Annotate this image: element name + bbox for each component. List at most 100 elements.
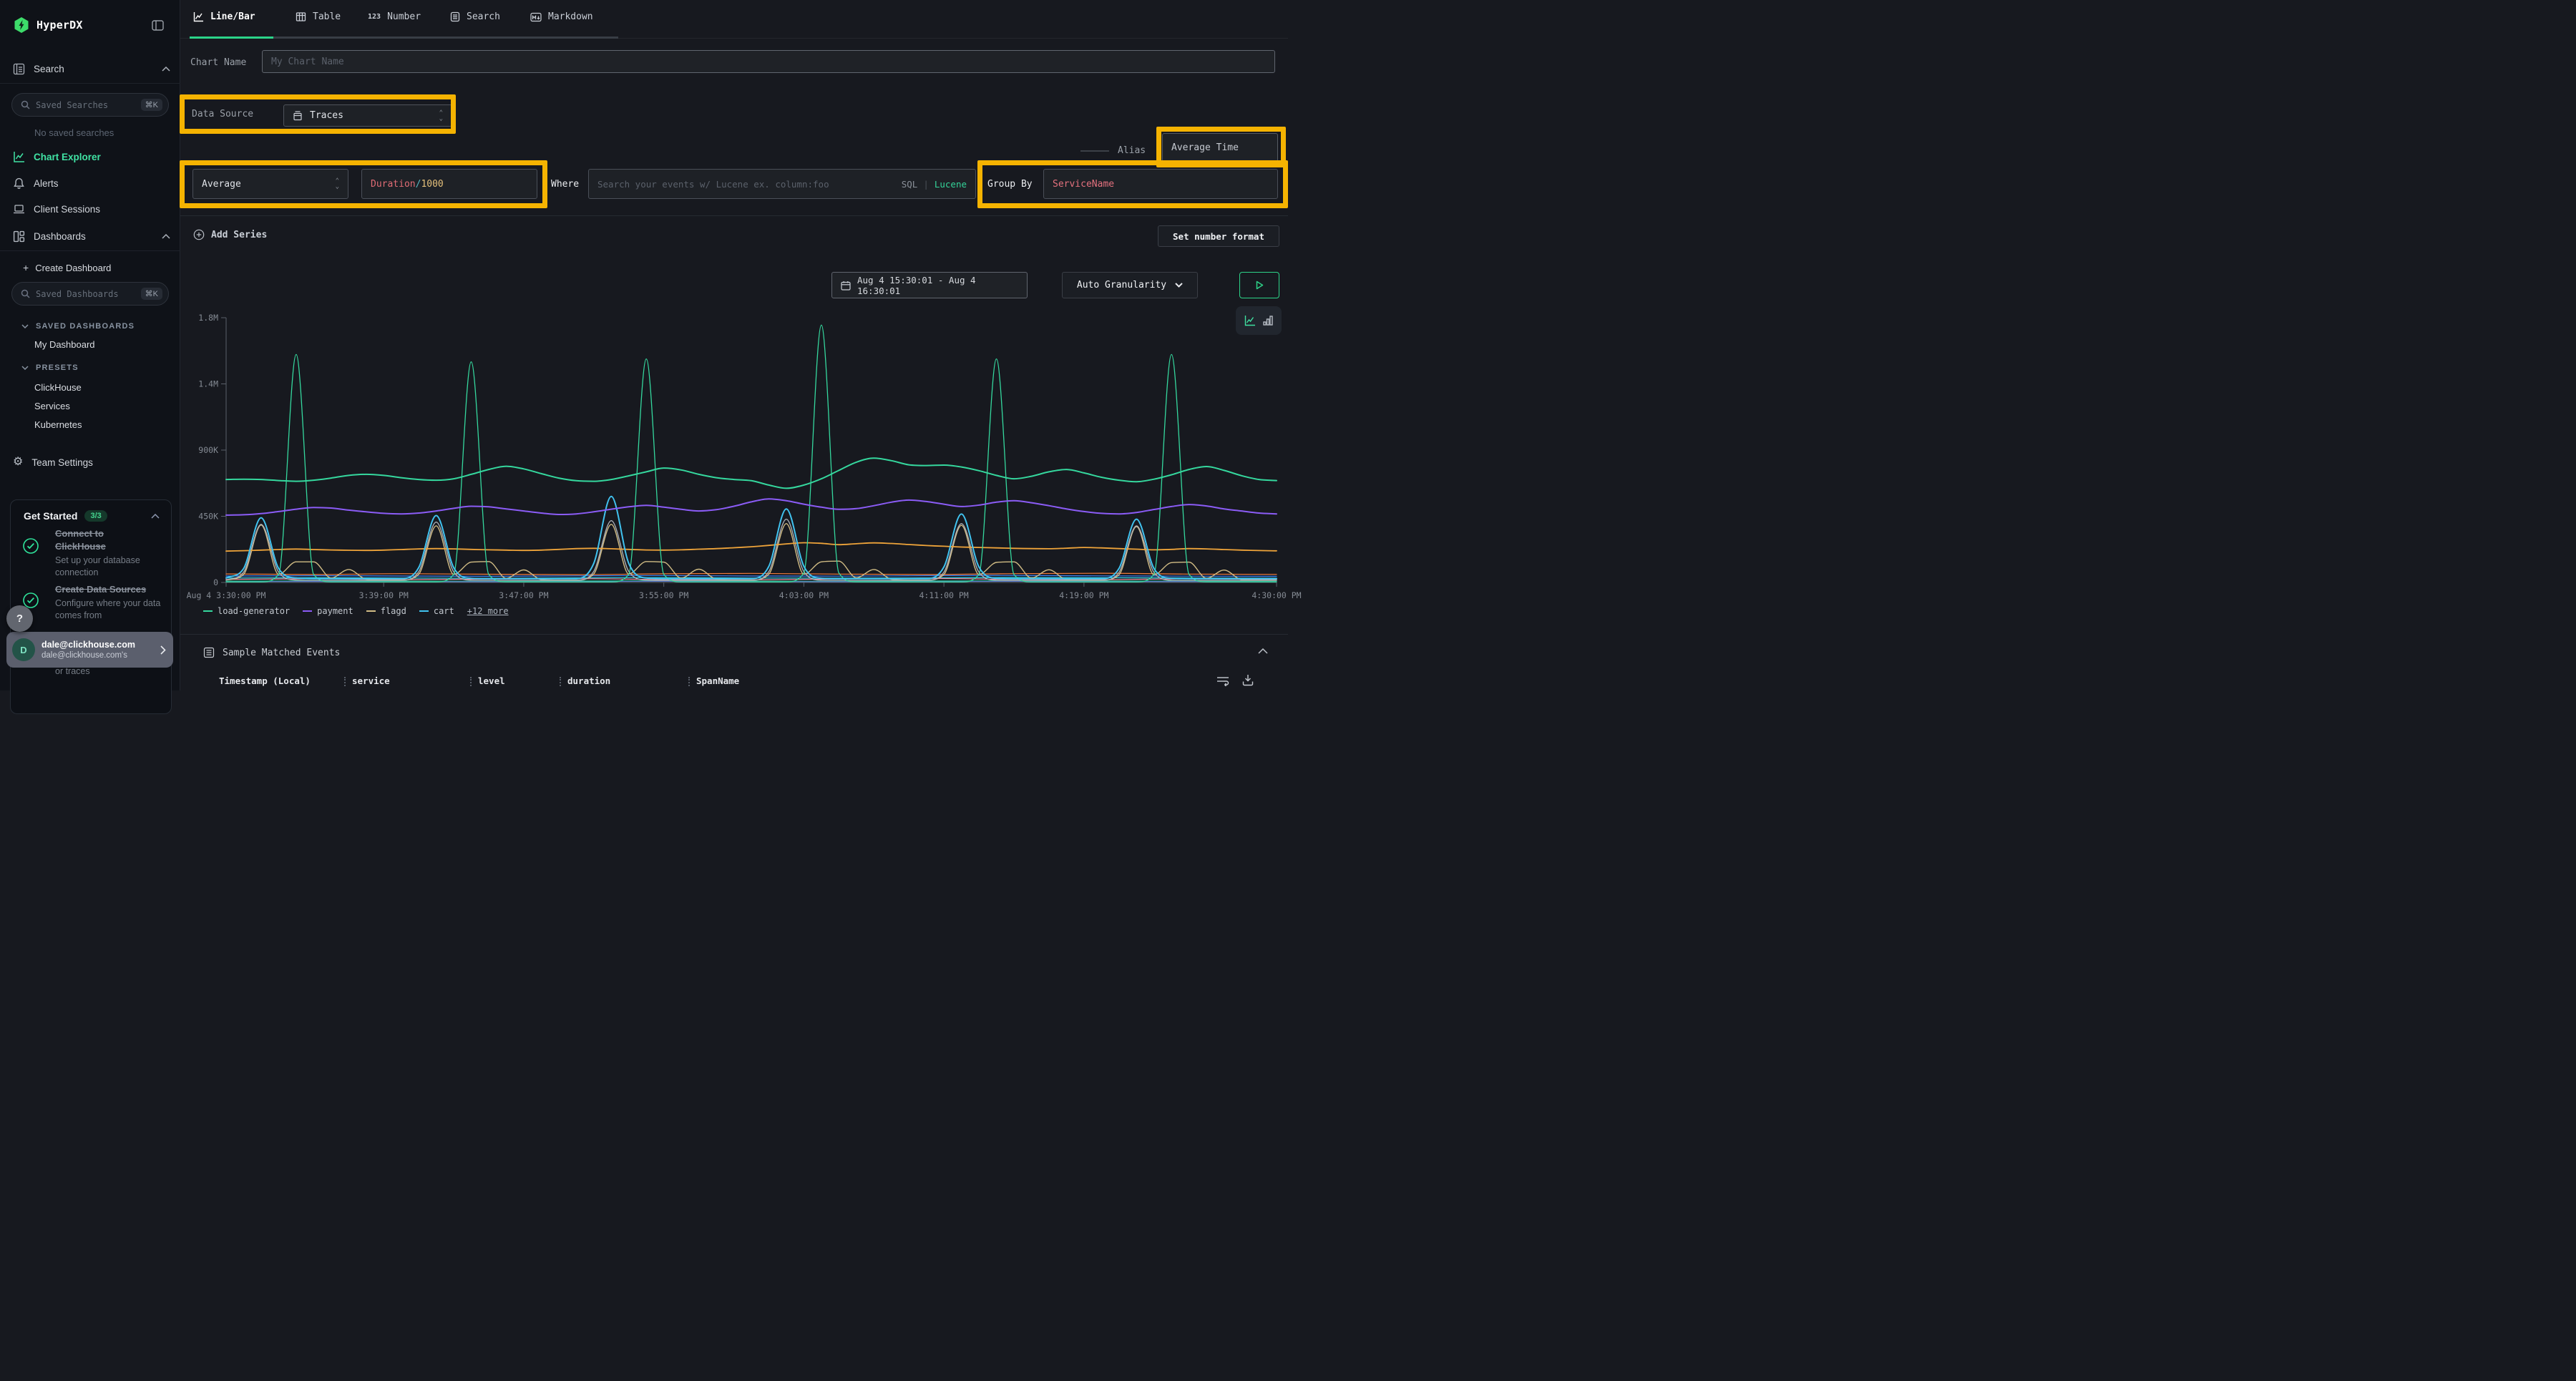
cmdk-shortcut-badge: ⌘K — [141, 288, 162, 300]
get-started-item-title[interactable]: Create Data Sources — [55, 583, 177, 596]
column-header-timestamp[interactable]: Timestamp (Local) — [219, 675, 311, 686]
time-range-input[interactable]: Aug 4 15:30:01 - Aug 4 16:30:01 — [831, 272, 1028, 298]
saved-dashboards-placeholder: Saved Dashboards — [36, 289, 141, 299]
legend-item[interactable]: payment — [303, 606, 353, 616]
column-header-level[interactable]: level — [478, 675, 505, 686]
legend-more-link[interactable]: +12 more — [467, 606, 509, 616]
document-list-icon — [450, 11, 460, 22]
group-by-input[interactable]: ServiceName — [1043, 169, 1278, 199]
legend-label: cart — [434, 606, 454, 616]
legend-item[interactable]: cart — [419, 606, 454, 616]
get-started-item-subtitle: Configure where your data comes from — [55, 597, 170, 622]
sidebar-item-label: Alerts — [34, 178, 59, 189]
get-started-item-title[interactable]: Connect to ClickHouse — [55, 527, 141, 553]
user-menu[interactable]: D dale@clickhouse.com dale@clickhouse.co… — [6, 632, 173, 668]
legend-label: flagd — [381, 606, 406, 616]
sidebar-item-kubernetes[interactable]: Kubernetes — [34, 419, 82, 430]
column-header-spanname[interactable]: SpanName — [696, 675, 739, 686]
chevron-down-icon — [1175, 283, 1183, 288]
sidebar-item-chart-explorer[interactable]: Chart Explorer — [13, 151, 101, 163]
tab-search[interactable]: Search — [450, 11, 500, 22]
saved-dashboards-section-toggle[interactable]: SAVED DASHBOARDS — [21, 322, 135, 331]
user-sub: dale@clickhouse.com's — [42, 650, 160, 660]
column-separator[interactable] — [688, 677, 690, 686]
chevron-down-icon — [21, 366, 29, 370]
get-started-card: Get Started 3/3 Connect to ClickHouse Se… — [10, 499, 172, 714]
cmdk-shortcut-badge: ⌘K — [141, 99, 162, 111]
sql-toggle[interactable]: SQL — [902, 179, 918, 190]
sidebar-item-label: Client Sessions — [34, 204, 100, 215]
hyperdx-logo-icon — [14, 17, 29, 33]
add-series-button[interactable]: Add Series — [193, 229, 267, 240]
presets-section-toggle[interactable]: PRESETS — [21, 363, 79, 372]
group-by-label: Group By — [987, 179, 1033, 190]
column-header-service[interactable]: service — [352, 675, 390, 686]
column-separator[interactable] — [560, 677, 561, 686]
column-header-duration[interactable]: duration — [567, 675, 610, 686]
y-tick-label: 450K — [198, 512, 218, 522]
saved-searches-input[interactable]: Saved Searches ⌘K — [11, 93, 169, 117]
granularity-value: Auto Granularity — [1077, 280, 1166, 291]
tab-number[interactable]: 123 Number — [368, 11, 421, 22]
legend-item[interactable]: flagd — [366, 606, 406, 616]
markdown-icon — [530, 12, 542, 22]
tab-table[interactable]: Table — [296, 11, 341, 22]
sidebar-item-client-sessions[interactable]: Client Sessions — [13, 204, 100, 215]
sidebar-item-my-dashboard[interactable]: My Dashboard — [34, 339, 95, 350]
dashboards-icon — [13, 230, 25, 243]
tab-label: Markdown — [548, 11, 593, 22]
create-dashboard-button[interactable]: + Create Dashboard — [23, 262, 111, 273]
tab-bar: Line/Bar Table 123 Number Search — [180, 0, 1288, 39]
wrap-lines-icon[interactable] — [1216, 675, 1229, 686]
sidebar-item-alerts[interactable]: Alerts — [13, 177, 59, 190]
lucene-toggle[interactable]: Lucene — [935, 179, 967, 190]
sidebar-item-services[interactable]: Services — [34, 401, 70, 411]
legend-swatch — [419, 610, 429, 612]
data-source-select[interactable]: Traces ⌃⌄ — [283, 104, 452, 127]
chevron-up-icon — [162, 67, 170, 72]
granularity-select[interactable]: Auto Granularity — [1062, 272, 1198, 298]
x-tick-label: 4:03:00 PM — [779, 590, 829, 600]
section-label: SAVED DASHBOARDS — [36, 322, 135, 331]
sidebar-item-search[interactable]: Search — [13, 63, 170, 75]
collapse-section-icon[interactable] — [1258, 648, 1268, 654]
run-query-button[interactable] — [1239, 272, 1279, 298]
legend-item[interactable]: load-generator — [203, 606, 290, 616]
sidebar-collapse-icon[interactable] — [152, 20, 164, 31]
sample-events-header[interactable]: Sample Matched Events — [203, 647, 340, 658]
bell-icon — [13, 177, 25, 190]
help-button[interactable]: ? — [6, 605, 33, 632]
legend-swatch — [303, 610, 312, 612]
sidebar-item-clickhouse[interactable]: ClickHouse — [34, 382, 82, 393]
search-icon — [21, 100, 30, 109]
set-number-format-button[interactable]: Set number format — [1158, 225, 1279, 247]
legend-swatch — [366, 610, 376, 612]
alias-value: Average Time — [1171, 142, 1239, 153]
chevron-up-icon[interactable] — [151, 514, 160, 519]
y-tick-label: 0 — [213, 577, 218, 587]
legend-swatch — [203, 610, 213, 612]
group-by-value: ServiceName — [1053, 179, 1114, 190]
alias-input[interactable]: Average Time — [1162, 133, 1278, 162]
where-input[interactable]: Search your events w/ Lucene ex. column:… — [588, 169, 976, 199]
x-tick-label: 4:19:00 PM — [1059, 590, 1108, 600]
column-separator[interactable] — [470, 677, 472, 686]
sidebar-item-team-settings[interactable]: ⚙ Team Settings — [13, 457, 93, 468]
sidebar: HyperDX Search Saved Searches ⌘K No save… — [0, 0, 180, 690]
data-source-icon — [293, 111, 303, 121]
tab-line-bar[interactable]: Line/Bar — [193, 11, 255, 22]
saved-dashboards-input[interactable]: Saved Dashboards ⌘K — [11, 282, 169, 306]
expression-input[interactable]: Duration/1000 — [361, 169, 537, 199]
chart-explorer-icon — [13, 151, 25, 163]
aggregation-select[interactable]: Average ⌃⌄ — [192, 169, 348, 199]
tab-markdown[interactable]: Markdown — [530, 11, 593, 22]
download-icon[interactable] — [1242, 674, 1254, 686]
get-started-title: Get Started — [24, 510, 77, 522]
chevron-up-icon — [162, 234, 170, 239]
create-dashboard-label: Create Dashboard — [35, 263, 111, 273]
chart-name-input[interactable]: My Chart Name — [262, 50, 1275, 73]
column-separator[interactable] — [344, 677, 346, 686]
aggregation-value: Average — [202, 179, 241, 190]
sidebar-item-dashboards[interactable]: Dashboards — [13, 230, 170, 243]
main-content: Line/Bar Table 123 Number Search — [180, 0, 1288, 690]
